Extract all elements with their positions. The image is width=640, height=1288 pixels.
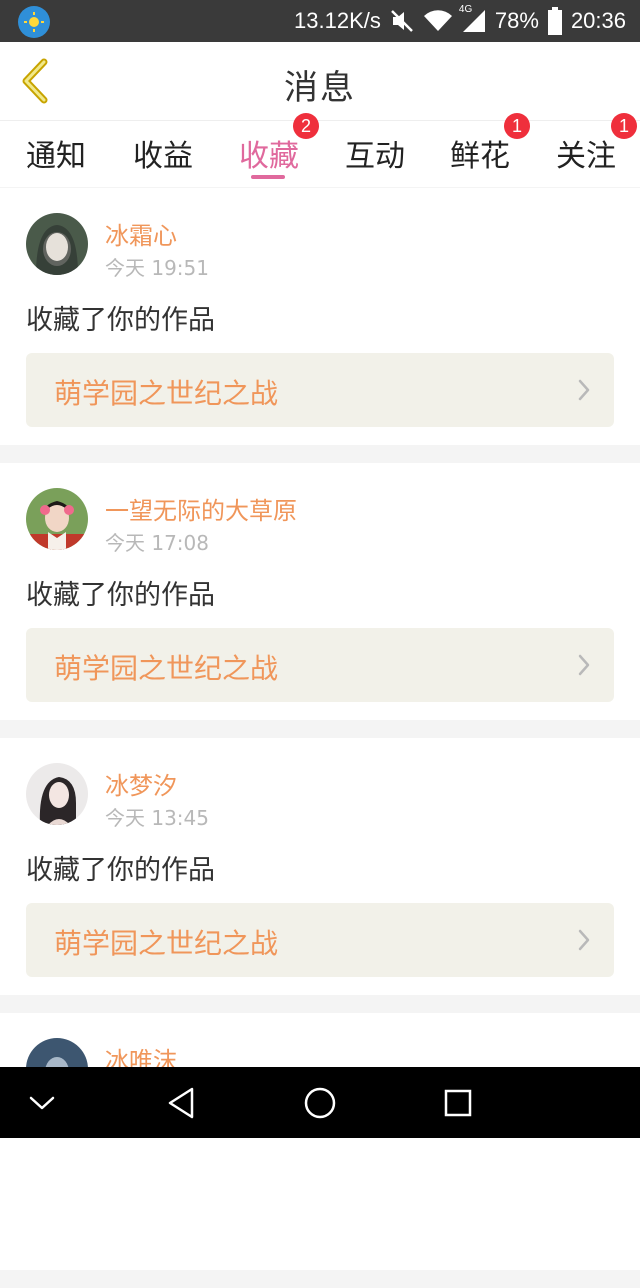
tab-notifications[interactable]: 通知 [26, 131, 86, 175]
message-card: 一望无际的大草原 今天 17:08 收藏了你的作品 萌学园之世纪之战 [0, 463, 640, 720]
tab-flowers-badge: 1 [504, 113, 530, 139]
page-title: 消息 [284, 68, 356, 108]
action-text: 收藏了你的作品 [26, 855, 215, 886]
tab-bar: 通知 收益 收藏 2 互动 鲜花 1 关注 1 [0, 113, 640, 187]
tab-following-badge: 1 [611, 113, 637, 139]
chevron-down-icon [29, 1096, 55, 1109]
tab-earnings[interactable]: 收益 [133, 131, 193, 175]
work-link[interactable]: 萌学园之世纪之战 [26, 903, 614, 977]
timestamp: 今天 19:51 [105, 256, 209, 280]
active-tab-indicator [251, 175, 285, 179]
tab-interactions[interactable]: 互动 [345, 131, 405, 175]
chevron-right-icon [578, 379, 590, 401]
battery-icon [547, 7, 562, 35]
back-triangle-icon [168, 1087, 194, 1118]
username[interactable]: 冰梦汐 [105, 766, 177, 801]
hide-keyboard-button[interactable] [2, 1067, 82, 1138]
work-link[interactable]: 萌学园之世纪之战 [26, 628, 614, 702]
timestamp: 今天 17:08 [105, 531, 209, 555]
message-card: 冰唯沫 [0, 1013, 640, 1270]
avatar[interactable] [26, 763, 88, 825]
battery-percent: 78% [494, 8, 539, 33]
weather-app-icon [18, 6, 50, 38]
avatar[interactable] [26, 488, 88, 550]
chevron-right-icon [578, 929, 590, 951]
nav-back-button[interactable] [141, 1067, 221, 1138]
tab-favorites-badge: 2 [293, 113, 319, 139]
work-title: 萌学园之世纪之战 [54, 652, 279, 685]
mute-icon [391, 10, 413, 32]
nav-recent-button[interactable] [418, 1067, 498, 1138]
tab-favorites[interactable]: 收藏 [239, 131, 299, 175]
work-link[interactable]: 萌学园之世纪之战 [26, 353, 614, 427]
avatar[interactable] [26, 213, 88, 275]
signal-icon: 4G [459, 4, 487, 34]
system-nav-bar [0, 1067, 640, 1138]
recent-square-icon [444, 1089, 472, 1116]
nav-home-button[interactable] [280, 1067, 360, 1138]
network-speed: 13.12K/s [294, 8, 381, 33]
timestamp: 今天 13:45 [105, 806, 209, 830]
tab-flowers[interactable]: 鲜花 [450, 131, 510, 175]
action-text: 收藏了你的作品 [26, 305, 215, 336]
chevron-right-icon [578, 654, 590, 676]
work-title: 萌学园之世纪之战 [54, 927, 279, 960]
home-circle-icon [304, 1087, 336, 1118]
clock: 20:36 [570, 8, 626, 33]
wifi-icon [423, 10, 452, 32]
header: 消息 [0, 42, 640, 121]
status-bar: 13.12K/s 4G 78% 20:36 [0, 0, 640, 42]
work-title: 萌学园之世纪之战 [54, 377, 279, 410]
action-text: 收藏了你的作品 [26, 580, 215, 611]
tab-following[interactable]: 关注 [556, 131, 616, 175]
message-card: 冰霜心 今天 19:51 收藏了你的作品 萌学园之世纪之战 [0, 188, 640, 445]
username[interactable]: 一望无际的大草原 [105, 491, 297, 526]
username[interactable]: 冰霜心 [105, 216, 177, 251]
message-card: 冰梦汐 今天 13:45 收藏了你的作品 萌学园之世纪之战 [0, 738, 640, 995]
